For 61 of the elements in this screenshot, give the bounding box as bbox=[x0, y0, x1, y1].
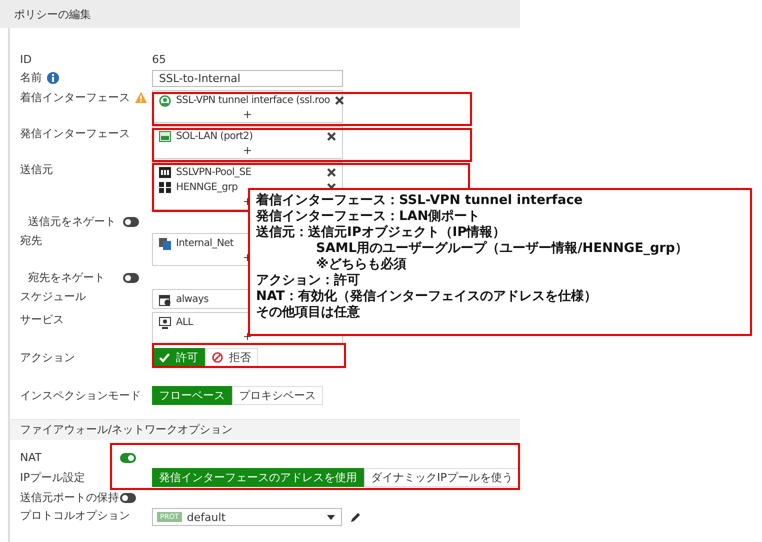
field-label: 宛先 bbox=[20, 233, 42, 248]
calendar-icon bbox=[159, 294, 171, 306]
field-label: プロトコルオプション bbox=[20, 508, 130, 523]
field-label: 発信インターフェース bbox=[20, 126, 130, 141]
entry-label: Internal_Net bbox=[176, 238, 234, 249]
segment-button[interactable]: 発信インターフェースのアドレスを使用 bbox=[152, 468, 364, 487]
warning-icon bbox=[135, 92, 147, 103]
field-label: 送信元をネゲート bbox=[28, 214, 117, 229]
caret-icon bbox=[327, 514, 335, 520]
add-button[interactable]: + bbox=[242, 144, 252, 158]
field-label: サービス bbox=[20, 312, 64, 327]
toggle-switch[interactable] bbox=[123, 216, 139, 226]
field-label: アクション bbox=[20, 350, 75, 366]
field-label: 送信元ポートの保持 bbox=[20, 490, 119, 505]
selected-value: default bbox=[186, 510, 227, 524]
address-icon bbox=[159, 238, 171, 250]
remove-icon[interactable] bbox=[334, 96, 344, 105]
remove-icon[interactable] bbox=[327, 132, 336, 141]
section-header: ファイアウォール/ネットワークオプション bbox=[10, 419, 520, 440]
field-label: インスペクションモード bbox=[20, 388, 141, 404]
entry-list-field[interactable]: SOL-LAN (port2) + bbox=[152, 126, 343, 159]
info-icon bbox=[47, 72, 59, 84]
field-label: 送信元 bbox=[20, 162, 53, 177]
note-text: 発信インターフェース：LAN側ポート bbox=[256, 209, 482, 224]
window-title: ポリシーの編集 bbox=[14, 6, 91, 22]
add-button[interactable]: + bbox=[242, 108, 252, 122]
text-field[interactable]: SSL-to-Internal bbox=[152, 70, 343, 87]
entry-label: always bbox=[176, 294, 209, 305]
field-label: 着信インターフェース bbox=[20, 90, 130, 105]
no-entry-icon bbox=[212, 352, 223, 363]
toggle-switch[interactable] bbox=[120, 492, 136, 502]
entry-label: SOL-LAN (port2) bbox=[176, 131, 253, 142]
field-label: 宛先をネゲート bbox=[28, 270, 106, 285]
note-text: アクション：許可 bbox=[256, 273, 361, 289]
network-port-icon bbox=[159, 131, 171, 142]
segment-button[interactable]: ダイナミックIPプールを使う bbox=[364, 468, 520, 487]
address-range-icon bbox=[159, 167, 171, 178]
field-label: 名前 bbox=[20, 70, 42, 85]
toggle-switch[interactable] bbox=[120, 452, 136, 462]
check-icon bbox=[159, 352, 170, 362]
segment-button[interactable]: プロキシベース bbox=[232, 386, 323, 405]
entry-label: SSLVPN-Pool_SE bbox=[176, 167, 252, 178]
field-label: ID bbox=[20, 52, 32, 67]
field-label: NAT bbox=[20, 450, 42, 465]
user-circle-icon bbox=[159, 94, 171, 106]
segment-button[interactable]: 許可 bbox=[152, 348, 205, 367]
field-value: 65 bbox=[152, 52, 166, 67]
field-label: スケジュール bbox=[20, 289, 86, 304]
entry-label: SSL-VPN tunnel interface (ssl.roo bbox=[176, 95, 330, 106]
entry-list-field[interactable]: SSL-VPN tunnel interface (ssl.roo + bbox=[152, 90, 343, 123]
monitor-icon bbox=[159, 316, 171, 328]
segment-button[interactable]: 拒否 bbox=[205, 348, 258, 367]
segment-button[interactable]: フローベース bbox=[152, 386, 232, 405]
group-icon bbox=[159, 182, 171, 193]
entry-label: HENNGE_grp bbox=[176, 182, 238, 193]
pencil-icon[interactable] bbox=[350, 512, 361, 522]
field-label: IPプール設定 bbox=[20, 470, 85, 486]
toggle-switch[interactable] bbox=[123, 272, 139, 282]
add-button[interactable]: + bbox=[242, 330, 252, 344]
entry-label: ALL bbox=[176, 317, 194, 328]
remove-icon[interactable] bbox=[327, 168, 336, 177]
